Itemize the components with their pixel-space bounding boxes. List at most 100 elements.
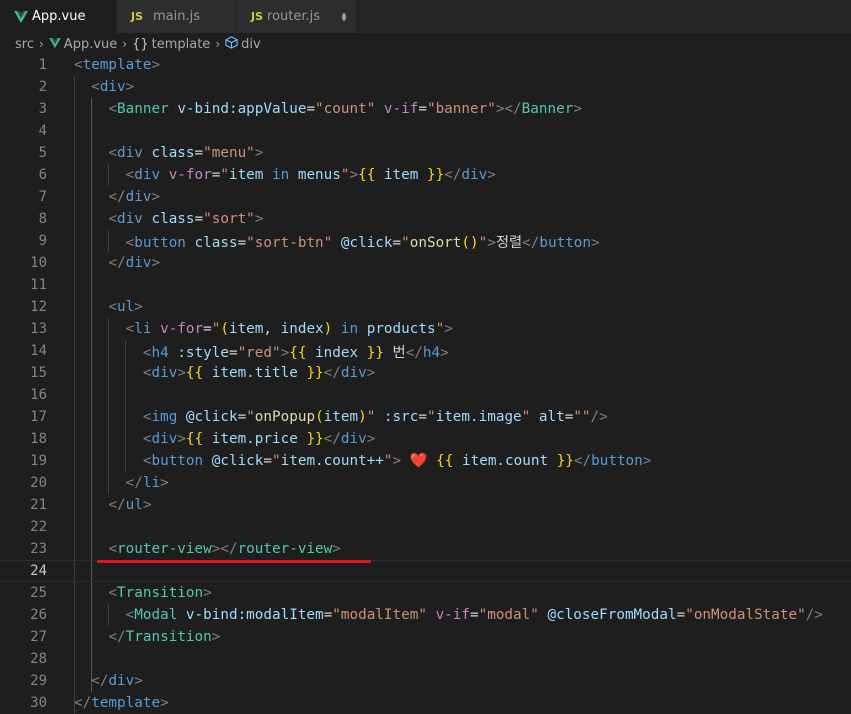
line-number: 29 bbox=[30, 673, 47, 689]
code-text: <h4 :style="red">{{ index }} 번</h4> bbox=[142, 344, 449, 361]
code-line: 14 <h4 :style="red">{{ index }} 번</h4> bbox=[0, 340, 851, 362]
line-number: 18 bbox=[30, 431, 47, 447]
line-number: 27 bbox=[30, 629, 47, 645]
code-line: 4 bbox=[0, 120, 851, 142]
code-text: </li> bbox=[125, 475, 169, 491]
breadcrumb-label: template bbox=[151, 36, 211, 52]
line-number: 30 bbox=[30, 695, 47, 711]
code-text: <ul> bbox=[108, 299, 143, 315]
code-line: 26 <Modal v-bind:modalItem="modalItem" v… bbox=[0, 604, 851, 626]
js-icon: JS bbox=[251, 10, 264, 23]
code-editor[interactable]: 1 <template> 2 <div> 3 <Banner v-bind:app… bbox=[0, 54, 851, 714]
line-number: 24 bbox=[30, 563, 47, 579]
breadcrumb-template[interactable]: {} template bbox=[132, 37, 210, 52]
code-line: 13 <li v-for="(item, index) in products"… bbox=[0, 318, 851, 340]
heart-icon: ❤️ bbox=[409, 453, 428, 469]
code-text: <button @click="item.count++"> ❤️ {{ ite… bbox=[142, 453, 652, 469]
breadcrumb-src[interactable]: src bbox=[15, 37, 34, 52]
code-line: 7 </div> bbox=[0, 186, 851, 208]
braces-icon: {} bbox=[132, 36, 149, 52]
line-number: 23 bbox=[30, 541, 47, 557]
tab-label: main.js bbox=[153, 9, 200, 24]
cube-icon bbox=[225, 35, 238, 53]
code-line: 5 <div class="menu"> bbox=[0, 142, 851, 164]
line-number: 26 bbox=[30, 607, 47, 623]
breadcrumb-label: App.vue bbox=[63, 36, 118, 52]
code-line: 8 <div class="sort"> bbox=[0, 208, 851, 230]
unsaved-dot-icon[interactable] bbox=[342, 12, 346, 21]
code-line: 17 <img @click="onPopup(item)" :src="ite… bbox=[0, 406, 851, 428]
line-number: 10 bbox=[30, 255, 47, 271]
code-text: <Transition> bbox=[108, 585, 212, 601]
annotation-underline bbox=[97, 560, 371, 563]
code-text: <li v-for="(item, index) in products"> bbox=[125, 321, 453, 337]
line-number: 17 bbox=[30, 409, 47, 425]
code-text: <div v-for="item in menus">{{ item }}</d… bbox=[125, 167, 496, 183]
code-line: 11 bbox=[0, 274, 851, 296]
line-number: 8 bbox=[38, 211, 47, 227]
code-text: <Banner v-bind:appValue="count" v-if="ba… bbox=[108, 101, 582, 117]
line-number: 20 bbox=[30, 475, 47, 491]
line-number: 13 bbox=[30, 321, 47, 337]
code-text: </div> bbox=[108, 255, 161, 271]
line-number: 7 bbox=[38, 189, 47, 205]
code-text: </div> bbox=[108, 189, 161, 205]
line-number: 15 bbox=[30, 365, 47, 381]
line-number: 1 bbox=[38, 57, 47, 73]
code-line: 21 </ul> bbox=[0, 494, 851, 516]
code-text: <div>{{ item.title }}</div> bbox=[142, 365, 376, 381]
chevron-right-icon: › bbox=[215, 37, 221, 51]
line-number: 14 bbox=[30, 343, 47, 359]
line-number: 5 bbox=[38, 145, 47, 161]
code-line: 27 </Transition> bbox=[0, 626, 851, 648]
breadcrumb-div[interactable]: div bbox=[225, 35, 261, 53]
code-text: <div class="sort"> bbox=[108, 211, 264, 227]
breadcrumb: src › App.vue › {} template › div bbox=[0, 33, 851, 55]
code-line: 3 <Banner v-bind:appValue="count" v-if="… bbox=[0, 98, 851, 120]
code-text: <template> bbox=[74, 57, 161, 73]
tab-main-js[interactable]: JS main.js bbox=[117, 0, 237, 33]
line-number: 22 bbox=[30, 519, 47, 535]
code-text: <img @click="onPopup(item)" :src="item.i… bbox=[142, 409, 608, 425]
vue-icon bbox=[14, 10, 28, 23]
code-text: <button class="sort-btn" @click="onSort(… bbox=[125, 234, 600, 251]
line-number: 19 bbox=[30, 453, 47, 469]
chevron-right-icon: › bbox=[122, 37, 128, 51]
js-icon: JS bbox=[131, 10, 144, 23]
code-line: 23 <router-view></router-view> bbox=[0, 538, 851, 560]
code-line: 28 bbox=[0, 648, 851, 670]
line-number: 4 bbox=[38, 123, 47, 139]
code-text: </Transition> bbox=[108, 629, 221, 645]
code-text: </div> bbox=[91, 673, 143, 689]
code-text: <div>{{ item.price }}</div> bbox=[142, 431, 376, 447]
line-number: 21 bbox=[30, 497, 47, 513]
line-number: 25 bbox=[30, 585, 47, 601]
tab-app-vue[interactable]: App.vue bbox=[0, 0, 117, 33]
code-line: 12 <ul> bbox=[0, 296, 851, 318]
code-text: <Modal v-bind:modalItem="modalItem" v-if… bbox=[125, 607, 823, 623]
breadcrumb-label: div bbox=[241, 36, 261, 52]
code-line-current: 24 bbox=[0, 560, 851, 582]
code-line: 30 </template> bbox=[0, 692, 851, 714]
tab-label: App.vue bbox=[32, 9, 86, 24]
code-text: <div> bbox=[91, 79, 135, 95]
code-line: 1 <template> bbox=[0, 54, 851, 76]
code-line: 2 <div> bbox=[0, 76, 851, 98]
vue-icon bbox=[48, 37, 61, 52]
code-text: <router-view></router-view> bbox=[108, 541, 341, 557]
line-number: 6 bbox=[38, 167, 47, 183]
chevron-right-icon: › bbox=[38, 37, 44, 51]
code-line: 29 </div> bbox=[0, 670, 851, 692]
code-line: 16 bbox=[0, 384, 851, 406]
breadcrumb-app-vue[interactable]: App.vue bbox=[48, 36, 118, 52]
code-line: 9 <button class="sort-btn" @click="onSor… bbox=[0, 230, 851, 252]
tab-router-js[interactable]: JS router.js bbox=[237, 0, 357, 33]
code-line: 25 <Transition> bbox=[0, 582, 851, 604]
line-number: 28 bbox=[30, 651, 47, 667]
line-number: 3 bbox=[38, 101, 47, 117]
line-number: 2 bbox=[38, 79, 47, 95]
code-line: 6 <div v-for="item in menus">{{ item }}<… bbox=[0, 164, 851, 186]
code-text: </ul> bbox=[108, 497, 152, 513]
code-line: 22 bbox=[0, 516, 851, 538]
line-number: 12 bbox=[30, 299, 47, 315]
